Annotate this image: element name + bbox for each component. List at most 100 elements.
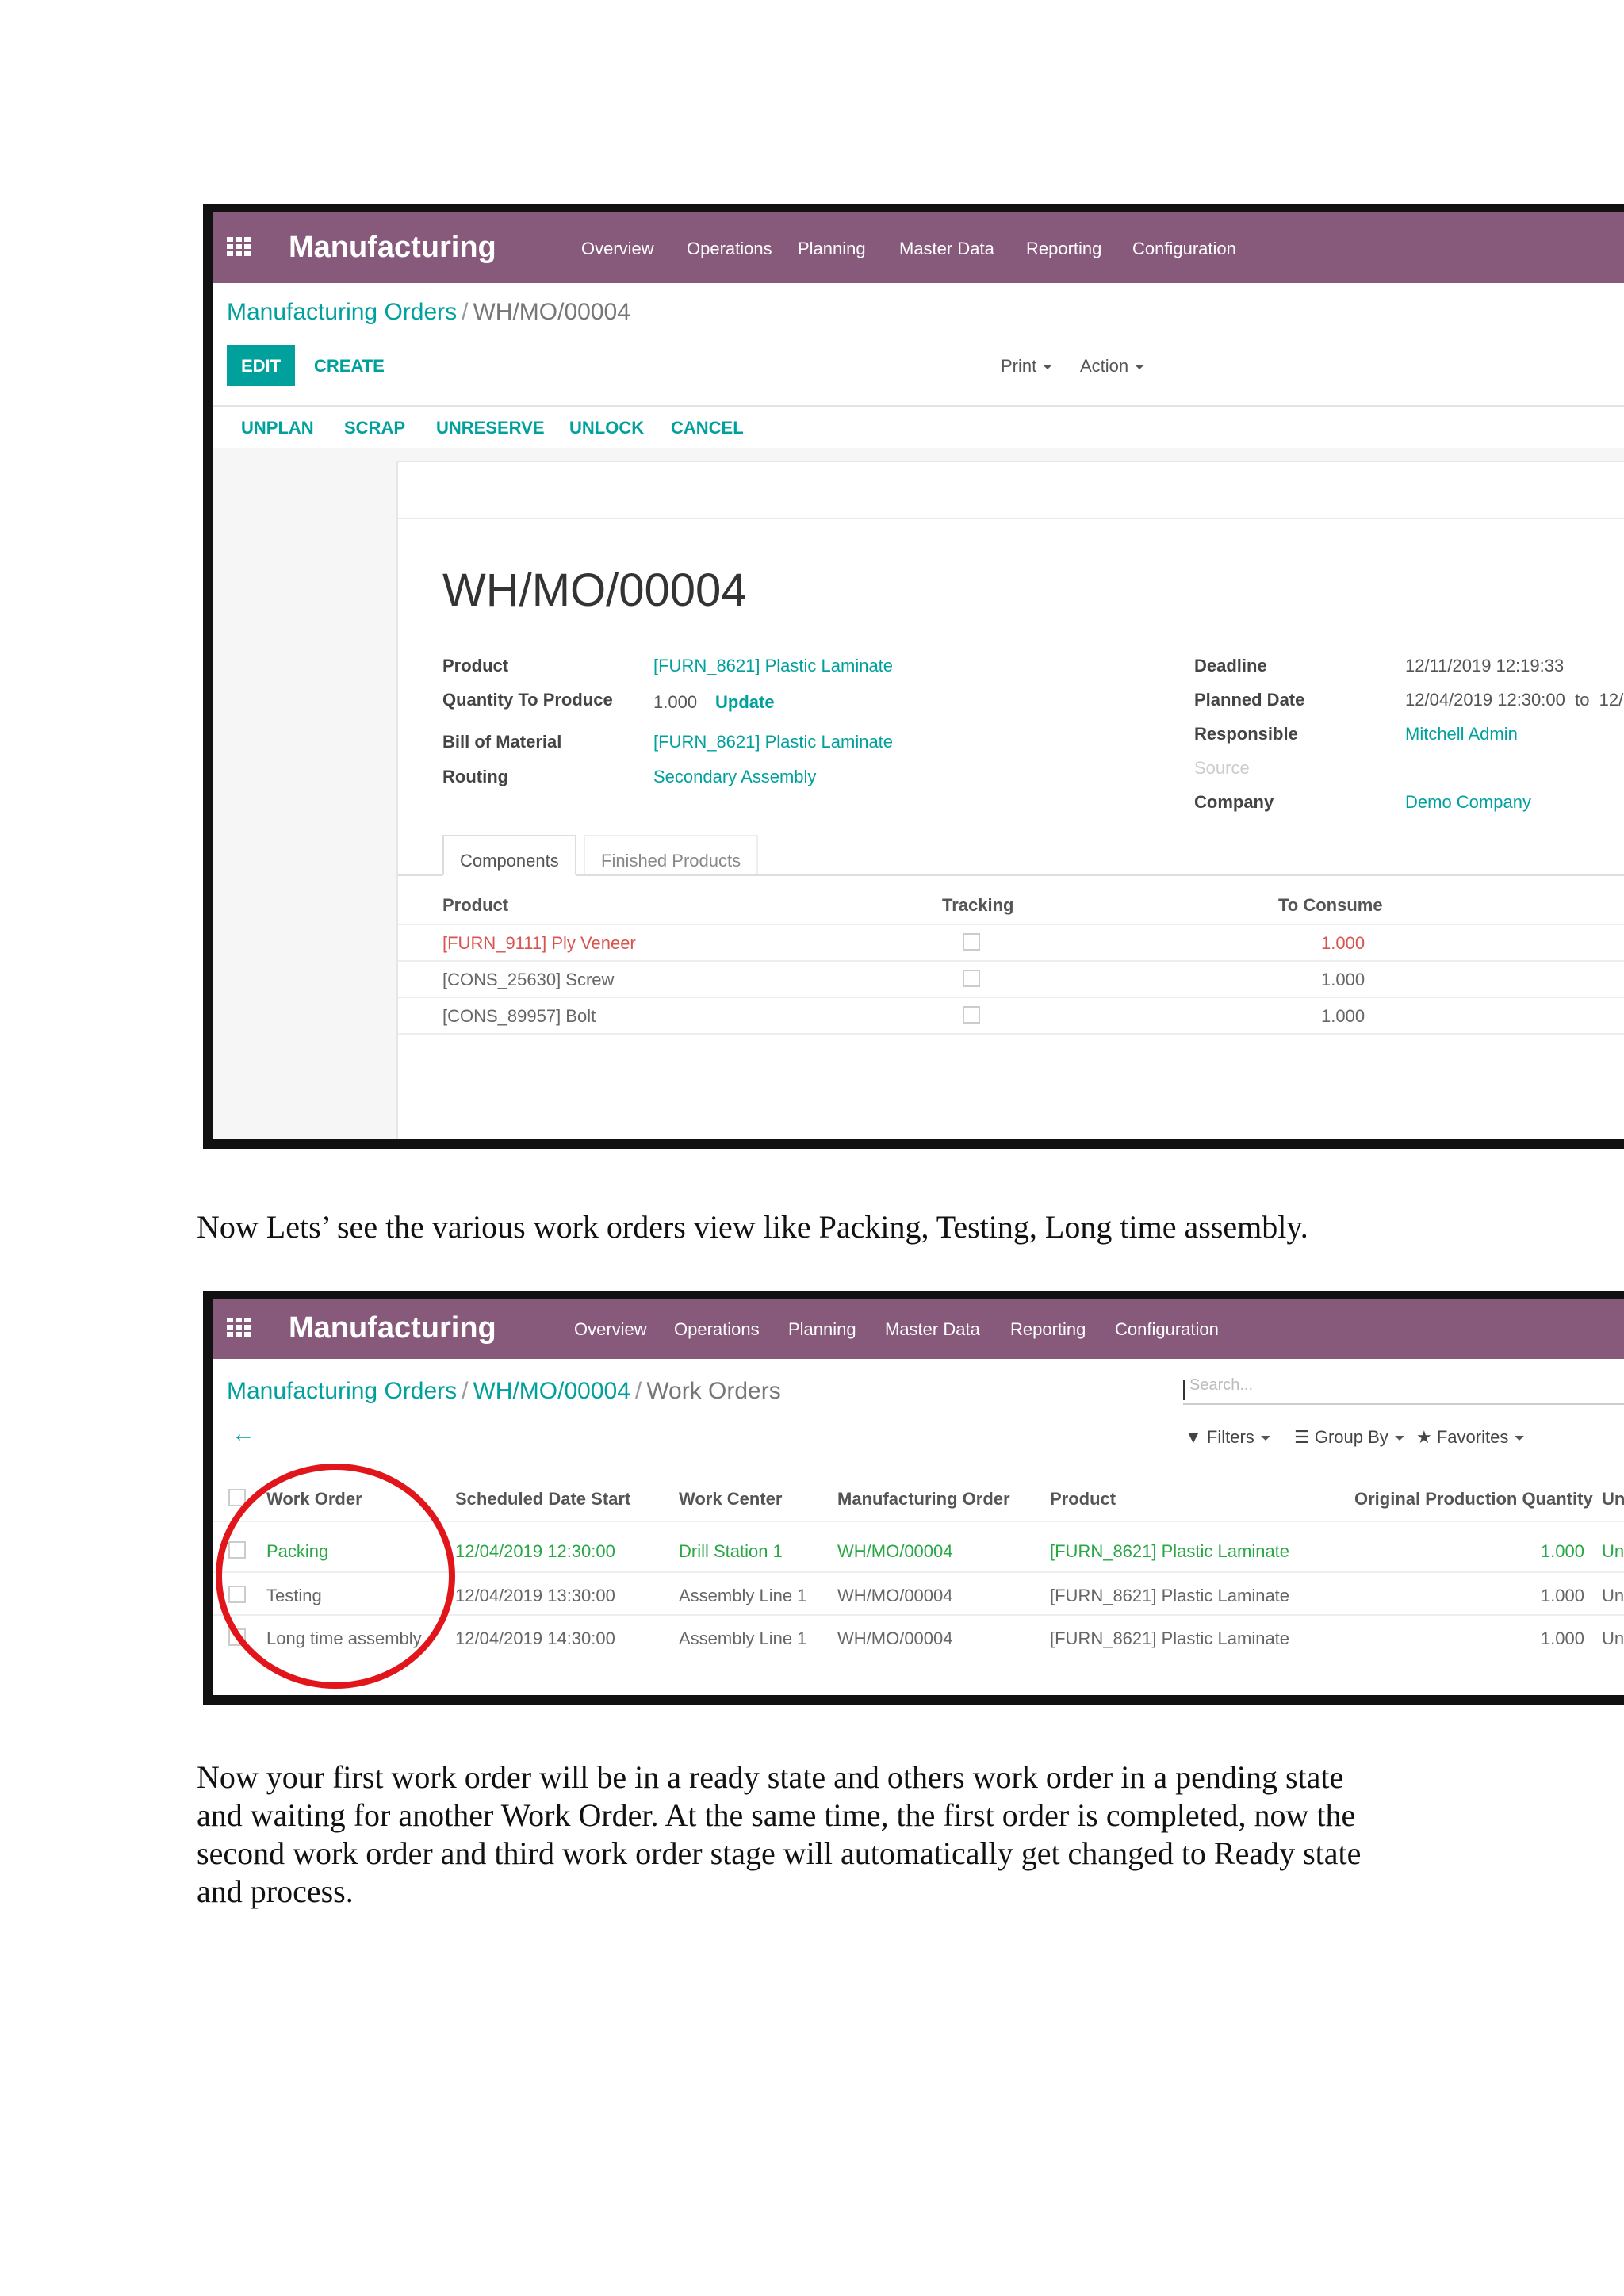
row-divider — [398, 997, 1624, 998]
col-unit[interactable]: Unit — [1602, 1489, 1624, 1510]
tab-components[interactable]: Components — [442, 835, 576, 876]
nav-master-data[interactable]: Master Data — [885, 1319, 980, 1340]
record-title: WH/MO/00004 — [442, 564, 747, 616]
edit-button[interactable]: EDIT — [227, 345, 296, 386]
col-original-qty[interactable]: Original Production Quantity — [1354, 1489, 1593, 1510]
create-button[interactable]: CREATE — [314, 356, 385, 377]
routing-link[interactable]: Secondary Assembly — [653, 767, 816, 787]
product-link[interactable]: [FURN_8621] Plastic Laminate — [653, 656, 893, 676]
caret-down-icon — [1260, 1436, 1270, 1441]
nav-operations[interactable]: Operations — [674, 1319, 760, 1340]
nav-master-data[interactable]: Master Data — [899, 239, 994, 259]
breadcrumb-parent[interactable]: WH/MO/00004 — [473, 1378, 630, 1404]
deadline-label: Deadline — [1194, 656, 1267, 675]
paragraph-line: Now your first work order will be in a r… — [197, 1759, 1344, 1795]
work-center: Drill Station 1 — [679, 1541, 783, 1561]
update-qty-button[interactable]: Update — [715, 692, 775, 713]
col-manufacturing-order[interactable]: Manufacturing Order — [837, 1489, 1010, 1510]
app-grid-icon[interactable] — [227, 1318, 251, 1337]
component-to-consume: 1.000 — [1321, 1006, 1365, 1026]
nav-reporting[interactable]: Reporting — [1026, 239, 1101, 259]
routing-label: Routing — [442, 767, 509, 786]
nav-overview[interactable]: Overview — [581, 239, 654, 259]
tracking-checkbox — [963, 933, 980, 951]
manufacturing-order: WH/MO/00004 — [837, 1586, 953, 1605]
scheduled-date: 12/04/2019 14:30:00 — [455, 1628, 615, 1648]
col-to-consume[interactable]: To Consume — [1278, 895, 1383, 916]
print-dropdown[interactable]: Print — [1001, 356, 1053, 377]
breadcrumb-parent[interactable]: Manufacturing Orders — [227, 299, 457, 325]
source-label: Source — [1194, 758, 1250, 778]
responsible-label: Responsible — [1194, 724, 1298, 744]
cancel-button[interactable]: CANCEL — [671, 418, 744, 438]
action-label: Action — [1080, 356, 1129, 376]
back-arrow-icon[interactable]: ← — [232, 1421, 255, 1448]
unplan-button[interactable]: UNPLAN — [241, 418, 314, 438]
nav-configuration[interactable]: Configuration — [1115, 1319, 1219, 1340]
paragraph-intro: Now Lets’ see the various work orders vi… — [197, 1209, 1308, 1245]
col-product[interactable]: Product — [1050, 1489, 1116, 1510]
form-sheet: WH/MO/00004 Product [FURN_8621] Plastic … — [396, 461, 1624, 1139]
caret-down-icon — [1135, 365, 1145, 370]
col-tracking[interactable]: Tracking — [942, 895, 1013, 916]
favorites-label: Favorites — [1436, 1427, 1509, 1447]
app-brand: Manufacturing — [289, 231, 496, 264]
component-product[interactable]: [FURN_9111] Ply Veneer — [442, 933, 636, 954]
component-product[interactable]: [CONS_25630] Screw — [442, 970, 614, 990]
search-input[interactable]: Search... — [1183, 1376, 1624, 1405]
favorites-dropdown[interactable]: ★ Favorites — [1416, 1427, 1525, 1448]
company-link[interactable]: Demo Company — [1405, 792, 1531, 813]
manufacturing-order: WH/MO/00004 — [837, 1628, 953, 1648]
paragraph-line: and process. — [197, 1873, 354, 1909]
nav-planning[interactable]: Planning — [798, 239, 866, 259]
planned-date-value: 12/04/2019 12:30:00 to 12/ — [1405, 690, 1624, 710]
breadcrumb: Manufacturing Orders / WH/MO/00004/Work Or… — [227, 1378, 781, 1404]
deadline-value: 12/11/2019 12:19:33 — [1405, 656, 1565, 675]
product: [FURN_8621] Plastic Laminate — [1050, 1586, 1290, 1605]
tabs-divider — [398, 874, 1624, 876]
action-dropdown[interactable]: Action — [1080, 356, 1145, 377]
unlock-button[interactable]: UNLOCK — [569, 418, 644, 438]
col-work-center[interactable]: Work Center — [679, 1489, 782, 1510]
product: [FURN_8621] Plastic Laminate — [1050, 1628, 1290, 1648]
work-center: Assembly Line 1 — [679, 1628, 807, 1648]
unreserve-button[interactable]: UNRESERVE — [436, 418, 545, 438]
col-product[interactable]: Product — [442, 895, 508, 916]
component-product[interactable]: [CONS_89957] Bolt — [442, 1006, 596, 1027]
original-qty: 1.000 — [1540, 1628, 1584, 1648]
breadcrumb-root[interactable]: Manufacturing Orders — [227, 1378, 457, 1404]
caret-down-icon — [1394, 1436, 1404, 1441]
nav-configuration[interactable]: Configuration — [1132, 239, 1236, 259]
responsible-link[interactable]: Mitchell Admin — [1405, 724, 1518, 744]
tracking-checkbox — [963, 970, 980, 987]
scheduled-date: 12/04/2019 12:30:00 — [455, 1541, 615, 1561]
bom-link[interactable]: [FURN_8621] Plastic Laminate — [653, 732, 893, 752]
nav-operations[interactable]: Operations — [687, 239, 772, 259]
app-grid-icon[interactable] — [227, 237, 251, 256]
row-divider — [398, 1033, 1624, 1035]
scheduled-date: 12/04/2019 13:30:00 — [455, 1586, 615, 1605]
top-navbar: Manufacturing Overview Operations Planni… — [213, 1299, 1624, 1359]
original-qty: 1.000 — [1540, 1541, 1584, 1561]
status-bar: UNPLAN SCRAP UNRESERVE UNLOCK CANCEL — [213, 405, 1624, 450]
sheet-header — [398, 462, 1624, 519]
row-divider — [398, 960, 1624, 962]
col-scheduled-date[interactable]: Scheduled Date Start — [455, 1489, 630, 1510]
app-brand: Manufacturing — [289, 1311, 496, 1345]
product-label: Product — [442, 656, 509, 675]
filter-icon: ▼ — [1185, 1427, 1202, 1447]
manufacturing-order: WH/MO/00004 — [837, 1541, 953, 1561]
annotation-circle — [216, 1464, 455, 1689]
tab-finished-products[interactable]: Finished Products — [584, 835, 759, 874]
nav-overview[interactable]: Overview — [574, 1319, 647, 1340]
list-icon: ☰ — [1294, 1427, 1310, 1447]
paragraph-line: and waiting for another Work Order. At t… — [197, 1797, 1356, 1833]
top-navbar: Manufacturing Overview Operations Planni… — [213, 212, 1624, 283]
group-by-dropdown[interactable]: ☰ Group By — [1294, 1427, 1404, 1448]
component-to-consume: 1.000 — [1321, 933, 1365, 953]
nav-planning[interactable]: Planning — [788, 1319, 856, 1340]
caret-down-icon — [1043, 365, 1053, 370]
scrap-button[interactable]: SCRAP — [344, 418, 405, 438]
filters-dropdown[interactable]: ▼ Filters — [1185, 1427, 1270, 1448]
nav-reporting[interactable]: Reporting — [1010, 1319, 1086, 1340]
